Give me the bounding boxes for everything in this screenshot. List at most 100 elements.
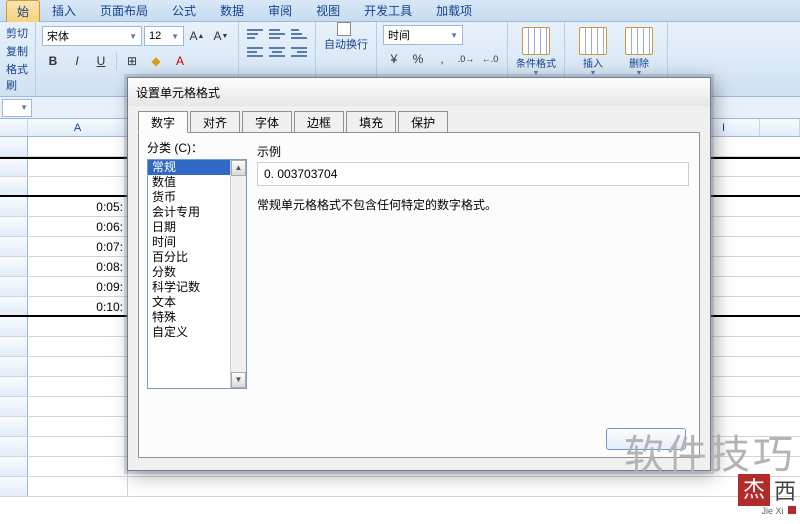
tab-view[interactable]: 视图	[304, 2, 352, 19]
sample-value: 0. 003703704	[257, 162, 689, 186]
row-header[interactable]	[0, 337, 28, 356]
insert-cells-button[interactable]: 插入▼	[571, 25, 615, 79]
cell[interactable]	[28, 317, 128, 336]
fill-color-button[interactable]: ◆	[145, 50, 167, 72]
row-header[interactable]	[0, 357, 28, 376]
decrease-font-icon[interactable]: A▼	[210, 25, 232, 47]
number-format-combo[interactable]: 时间▼	[383, 25, 463, 45]
scroll-up-icon[interactable]: ▲	[231, 160, 246, 176]
align-center-icon[interactable]	[267, 43, 287, 61]
cell[interactable]	[28, 137, 128, 156]
row-header[interactable]	[0, 177, 28, 195]
clipboard-group: 剪切 复制 格式刷	[0, 22, 36, 96]
border-button[interactable]: ⊞	[121, 50, 143, 72]
align-right-icon[interactable]	[289, 43, 309, 61]
align-top-icon[interactable]	[245, 25, 265, 43]
tab-dev[interactable]: 开发工具	[352, 2, 424, 19]
row-header[interactable]	[0, 457, 28, 476]
font-color-button[interactable]: A	[169, 50, 191, 72]
cell[interactable]: 0:10:	[28, 297, 128, 315]
row-header[interactable]	[0, 397, 28, 416]
cell[interactable]	[28, 159, 128, 176]
insert-icon	[579, 27, 607, 55]
row-header[interactable]	[0, 159, 28, 176]
row-header[interactable]	[0, 217, 28, 236]
decrease-decimal-icon[interactable]: ←.0	[479, 48, 501, 70]
font-name-combo[interactable]: 宋体▼	[42, 26, 142, 46]
cell[interactable]: 0:08:	[28, 257, 128, 276]
tab-home[interactable]: 始	[6, 0, 40, 22]
cell[interactable]	[28, 337, 128, 356]
category-listbox[interactable]: 常规 数值 货币 会计专用 日期 时间 百分比 分数 科学记数 文本 特殊 自定…	[147, 159, 247, 389]
tab-font[interactable]: 字体	[242, 111, 292, 133]
align-middle-icon[interactable]	[267, 25, 287, 43]
tab-number[interactable]: 数字	[138, 111, 188, 133]
cell[interactable]: 0:07:	[28, 237, 128, 256]
row-header[interactable]	[0, 417, 28, 436]
italic-button[interactable]: I	[66, 50, 88, 72]
align-left-icon[interactable]	[245, 43, 265, 61]
tab-addin[interactable]: 加载项	[424, 2, 484, 19]
scroll-down-icon[interactable]: ▼	[231, 372, 246, 388]
tab-protection[interactable]: 保护	[398, 111, 448, 133]
cell[interactable]	[28, 177, 128, 195]
cell[interactable]	[28, 417, 128, 436]
tab-border[interactable]: 边框	[294, 111, 344, 133]
cell[interactable]	[28, 397, 128, 416]
cell[interactable]: 0:05:	[28, 197, 128, 216]
format-detail-pane: 示例 0. 003703704 常规单元格格式不包含任何特定的数字格式。	[257, 143, 689, 213]
tab-review[interactable]: 审阅	[256, 2, 304, 19]
row-header[interactable]	[0, 477, 28, 496]
ok-button[interactable]	[606, 428, 686, 450]
delete-cells-button[interactable]: 删除▼	[617, 25, 661, 79]
select-all-corner[interactable]	[0, 119, 28, 136]
format-description: 常规单元格格式不包含任何特定的数字格式。	[257, 196, 689, 213]
comma-icon[interactable]: ,	[431, 48, 453, 70]
dialog-title: 设置单元格格式	[128, 78, 710, 106]
tab-layout[interactable]: 页面布局	[88, 2, 160, 19]
tab-data[interactable]: 数据	[208, 2, 256, 19]
increase-font-icon[interactable]: A▲	[186, 25, 208, 47]
delete-icon	[625, 27, 653, 55]
sample-label: 示例	[257, 143, 689, 160]
tab-alignment[interactable]: 对齐	[190, 111, 240, 133]
cut-button[interactable]: 剪切	[6, 25, 29, 41]
column-header-blank	[760, 119, 800, 136]
row-header[interactable]	[0, 277, 28, 296]
table-row	[0, 477, 800, 497]
tab-fill[interactable]: 填充	[346, 111, 396, 133]
bold-button[interactable]: B	[42, 50, 64, 72]
font-size-combo[interactable]: 12▼	[144, 26, 184, 46]
underline-button[interactable]: U	[90, 50, 112, 72]
row-header[interactable]	[0, 437, 28, 456]
conditional-format-button[interactable]: 条件格式▼	[514, 25, 558, 79]
column-header-a[interactable]: A	[28, 119, 128, 136]
tab-insert[interactable]: 插入	[40, 2, 88, 19]
currency-icon[interactable]: ¥	[383, 48, 405, 70]
cell[interactable]	[28, 477, 128, 496]
row-header[interactable]	[0, 137, 28, 156]
wrap-checkbox[interactable]	[337, 22, 351, 36]
row-header[interactable]	[0, 237, 28, 256]
name-box[interactable]: ▼	[2, 99, 32, 117]
row-header[interactable]	[0, 297, 28, 315]
row-header[interactable]	[0, 197, 28, 216]
cell[interactable]: 0:06:	[28, 217, 128, 236]
align-bottom-icon[interactable]	[289, 25, 309, 43]
format-painter-button[interactable]: 格式刷	[6, 61, 29, 77]
cell[interactable]: 0:09:	[28, 277, 128, 296]
copy-button[interactable]: 复制	[6, 43, 29, 59]
cell[interactable]	[28, 457, 128, 476]
percent-icon[interactable]: %	[407, 48, 429, 70]
tab-content-number: 分类 (C)： 常规 数值 货币 会计专用 日期 时间 百分比 分数 科学记数 …	[138, 132, 700, 458]
row-header[interactable]	[0, 377, 28, 396]
row-header[interactable]	[0, 317, 28, 336]
cell[interactable]	[28, 437, 128, 456]
cell[interactable]	[28, 357, 128, 376]
row-header[interactable]	[0, 257, 28, 276]
scrollbar[interactable]: ▲ ▼	[230, 160, 246, 388]
increase-decimal-icon[interactable]: .0→	[455, 48, 477, 70]
cell[interactable]	[28, 377, 128, 396]
tab-formula[interactable]: 公式	[160, 2, 208, 19]
chevron-down-icon: ▼	[450, 31, 458, 40]
